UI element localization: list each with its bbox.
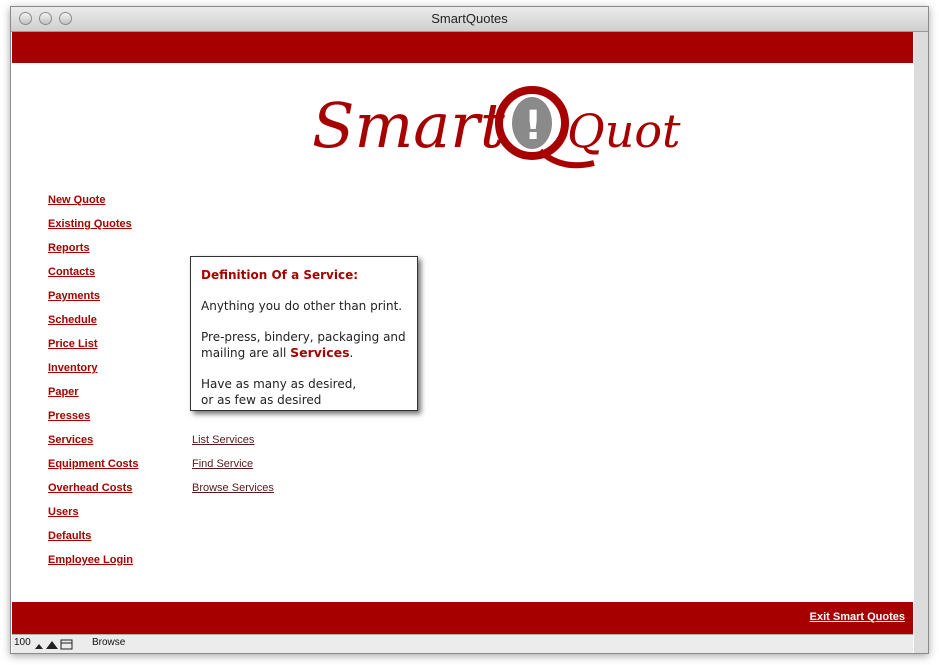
zoom-level[interactable]: 100 bbox=[14, 637, 31, 648]
nav-new-quote[interactable]: New Quote bbox=[48, 194, 105, 206]
nav-overhead-costs[interactable]: Overhead Costs bbox=[48, 482, 132, 494]
footer-bar: Exit Smart Quotes bbox=[12, 602, 913, 634]
nav-paper[interactable]: Paper bbox=[48, 386, 79, 398]
logo-smart-text: Smart bbox=[312, 89, 505, 162]
nav-users[interactable]: Users bbox=[48, 506, 79, 518]
submenu-find-service[interactable]: Find Service bbox=[192, 458, 253, 470]
window-title: SmartQuotes bbox=[431, 11, 508, 26]
title-bar[interactable]: SmartQuotes bbox=[11, 7, 928, 32]
logo-quotes-text: Quotes bbox=[567, 104, 682, 158]
nav-price-list[interactable]: Price List bbox=[48, 338, 98, 350]
nav-reports[interactable]: Reports bbox=[48, 242, 90, 254]
mode-indicator[interactable]: Browse bbox=[92, 637, 125, 648]
app-window: SmartQuotes Smart ! Quotes New Quote Exi… bbox=[10, 6, 929, 654]
tooltip-line-2: Pre-press, bindery, packaging and mailin… bbox=[201, 329, 407, 361]
zoom-out-icon bbox=[35, 644, 43, 649]
nav-equipment-costs[interactable]: Equipment Costs bbox=[48, 458, 138, 470]
nav-employee-login[interactable]: Employee Login bbox=[48, 554, 133, 566]
status-bar: 100 Browse bbox=[12, 634, 913, 653]
exit-smart-quotes-link[interactable]: Exit Smart Quotes bbox=[810, 611, 905, 623]
main-content: Smart ! Quotes New Quote Existing Quotes… bbox=[12, 63, 913, 602]
tooltip-highlight-services: Services bbox=[290, 345, 350, 360]
tooltip-line-3b: or as few as desired bbox=[201, 393, 322, 407]
zoom-controls[interactable] bbox=[34, 638, 74, 653]
tooltip-line-3a: Have as many as desired, bbox=[201, 377, 357, 391]
zoom-in-icon bbox=[46, 641, 58, 649]
tooltip-line-2b: mailing are all bbox=[201, 346, 291, 360]
tooltip-line-3: Have as many as desired, or as few as de… bbox=[201, 376, 407, 408]
smartquotes-logo: Smart ! Quotes bbox=[312, 86, 682, 169]
nav-presses[interactable]: Presses bbox=[48, 410, 90, 422]
nav-schedule[interactable]: Schedule bbox=[48, 314, 97, 326]
tooltip-line-2-end: . bbox=[349, 346, 354, 360]
header-bar bbox=[12, 32, 913, 63]
tooltip-heading: Definition Of a Service: bbox=[201, 268, 359, 282]
right-scroll-area bbox=[914, 32, 928, 653]
tooltip-line-2a: Pre-press, bindery, packaging and bbox=[201, 330, 406, 344]
nav-inventory[interactable]: Inventory bbox=[48, 362, 98, 374]
service-definition-tooltip: Definition Of a Service: Anything you do… bbox=[190, 256, 418, 411]
nav-existing-quotes[interactable]: Existing Quotes bbox=[48, 218, 132, 230]
tooltip-line-1: Anything you do other than print. bbox=[201, 299, 403, 313]
status-area-toggle-icon bbox=[60, 639, 73, 650]
nav-defaults[interactable]: Defaults bbox=[48, 530, 91, 542]
nav-services[interactable]: Services bbox=[48, 434, 93, 446]
submenu-list-services[interactable]: List Services bbox=[192, 434, 254, 446]
submenu-browse-services[interactable]: Browse Services bbox=[192, 482, 274, 494]
nav-payments[interactable]: Payments bbox=[48, 290, 100, 302]
nav-contacts[interactable]: Contacts bbox=[48, 266, 95, 278]
logo-exclamation: ! bbox=[524, 103, 542, 149]
